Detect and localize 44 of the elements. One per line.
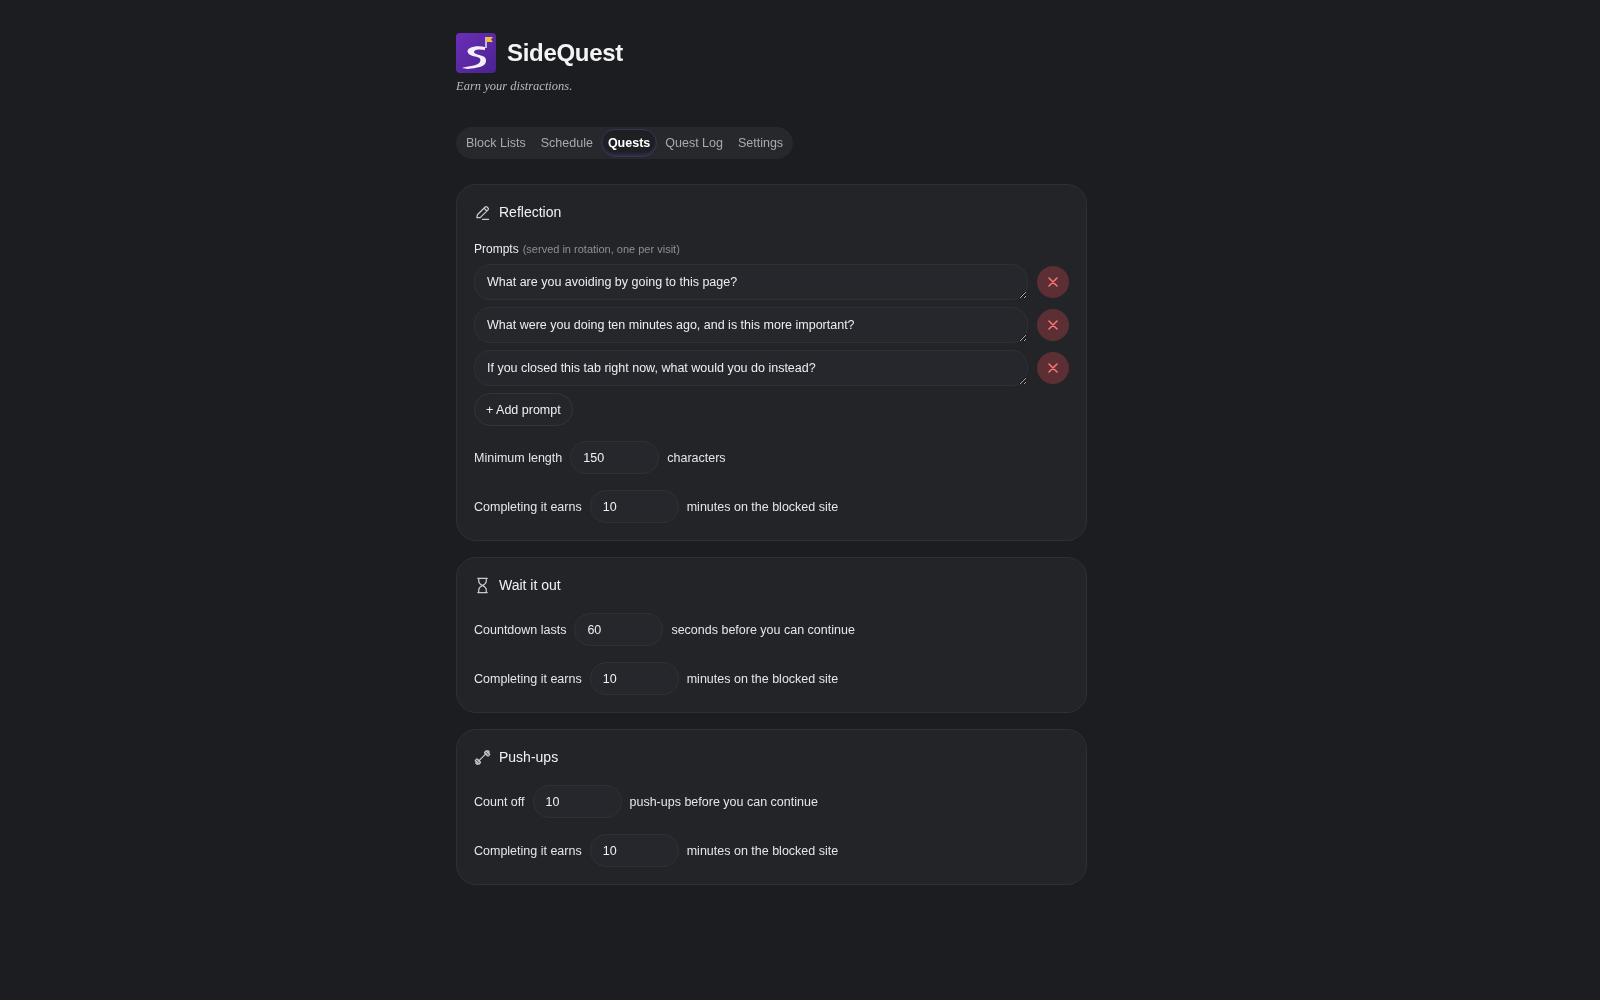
dumbbell-icon <box>474 748 491 766</box>
card-title: Push-ups <box>499 749 559 765</box>
remove-prompt-button[interactable] <box>1037 309 1069 341</box>
tagline: Earn your distractions. <box>456 78 574 94</box>
unit-label: seconds before you can continue <box>671 622 855 637</box>
field-label: Prompts <box>474 242 519 256</box>
unit-label: push-ups before you can continue <box>629 794 818 809</box>
setting-label: Completing it earns <box>474 843 582 858</box>
remove-prompt-button[interactable] <box>1037 352 1069 384</box>
remove-prompt-button[interactable] <box>1037 266 1069 298</box>
tab[interactable]: Settings <box>730 129 791 157</box>
logo-icon <box>456 33 496 73</box>
prompt-field[interactable]: If you closed this tab right now, what would you do instead? <box>474 350 1028 386</box>
setting-label: Minimum length <box>474 450 563 465</box>
cross-icon <box>1048 320 1058 330</box>
card-title: Wait it out <box>499 577 561 593</box>
field-hint: (served in rotation, one per visit) <box>522 242 680 256</box>
setting-label: Completing it earns <box>474 499 582 514</box>
unit-label: minutes on the blocked site <box>686 499 839 514</box>
unit-label: minutes on the blocked site <box>686 843 839 858</box>
number-field[interactable]: 60 <box>574 613 664 646</box>
tab[interactable]: Block Lists <box>459 129 533 157</box>
pencil-icon <box>474 203 491 221</box>
prompt-field[interactable]: What are you avoiding by going to this page? <box>474 264 1028 300</box>
number-field[interactable]: 10 <box>589 834 679 867</box>
hourglass-icon <box>474 576 491 594</box>
number-field[interactable]: 10 <box>589 490 679 523</box>
tab[interactable]: Quests <box>600 129 658 157</box>
tab[interactable]: Quest Log <box>658 129 730 157</box>
number-field[interactable]: 150 <box>570 441 660 474</box>
prompt-field[interactable]: What were you doing ten minutes ago, and is this more important? <box>474 307 1028 343</box>
number-field[interactable]: 10 <box>532 785 622 818</box>
tab[interactable]: Schedule <box>533 129 600 157</box>
number-field[interactable]: 10 <box>589 662 679 695</box>
unit-label: minutes on the blocked site <box>686 671 839 686</box>
unit-label: characters <box>667 450 726 465</box>
card-title: Reflection <box>499 204 562 220</box>
setting-label: Count off <box>474 794 525 809</box>
cross-icon <box>1048 277 1058 287</box>
setting-label: Countdown lasts <box>474 622 567 637</box>
add-prompt-button[interactable]: + Add prompt <box>474 393 573 426</box>
setting-label: Completing it earns <box>474 671 582 686</box>
app-title: SideQuest <box>507 39 623 67</box>
cross-icon <box>1048 363 1058 373</box>
